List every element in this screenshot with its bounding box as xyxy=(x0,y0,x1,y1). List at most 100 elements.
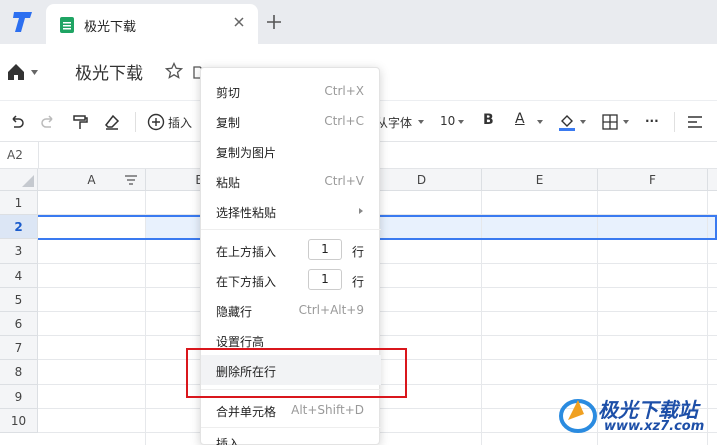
document-title[interactable]: 极光下载 xyxy=(75,59,143,84)
row-header[interactable]: 6 xyxy=(0,312,38,337)
menu-item-cut[interactable]: 剪切 Ctrl+X xyxy=(201,76,381,106)
menu-item-label: 复制 xyxy=(216,116,241,130)
menu-item-label: 选择性粘贴 xyxy=(216,206,277,220)
row-label: 10 xyxy=(10,413,27,428)
align-left-icon[interactable] xyxy=(687,113,703,131)
row-header[interactable]: 9 xyxy=(0,384,38,409)
column-label: A xyxy=(87,173,96,187)
borders-icon[interactable] xyxy=(602,113,618,131)
menu-divider xyxy=(201,229,381,230)
formula-divider xyxy=(38,142,39,169)
more-icon[interactable]: ··· xyxy=(645,114,659,128)
row-header[interactable]: 5 xyxy=(0,287,38,312)
star-icon[interactable] xyxy=(165,62,183,80)
cell-reference[interactable]: A2 xyxy=(7,148,23,162)
column-header[interactable] xyxy=(708,169,717,191)
insert-menu-label[interactable]: 插入 xyxy=(168,114,192,131)
sheet-file-icon xyxy=(60,17,74,33)
row-label: 1 xyxy=(14,196,23,210)
format-painter-icon[interactable] xyxy=(72,113,88,131)
highlight-box xyxy=(186,348,407,398)
row-header[interactable]: 7 xyxy=(0,336,38,361)
row-label: 7 xyxy=(14,341,23,356)
chevron-down-icon[interactable] xyxy=(31,70,38,75)
font-color-button[interactable]: A xyxy=(515,111,525,127)
row-header[interactable]: 3 xyxy=(0,239,38,264)
row-label: 5 xyxy=(14,292,23,307)
menu-item-paste-special[interactable]: 选择性粘贴 xyxy=(201,196,381,226)
row-header[interactable]: 4 xyxy=(0,263,38,288)
chevron-down-icon[interactable] xyxy=(580,120,586,124)
menu-item-paste[interactable]: 粘贴 Ctrl+V xyxy=(201,166,381,196)
menu-item-label: 剪切 xyxy=(216,86,241,100)
document-tab[interactable]: 极光下载 xyxy=(46,4,258,44)
menu-divider xyxy=(201,427,381,428)
row-label: 4 xyxy=(14,268,23,283)
row-header[interactable]: 10 xyxy=(0,408,38,433)
menu-item-copy[interactable]: 复制 Ctrl+C xyxy=(201,106,381,136)
select-all-corner[interactable] xyxy=(0,169,38,191)
redo-icon[interactable] xyxy=(40,113,56,131)
undo-icon[interactable] xyxy=(9,113,25,131)
menu-item-insert[interactable]: 插入 xyxy=(201,431,381,445)
row-label: 9 xyxy=(14,389,23,404)
menu-item-merge-cells[interactable]: 合并单元格 Alt+Shift+D xyxy=(201,395,381,425)
column-label: E xyxy=(535,173,544,187)
tab-bar: 极光下载 xyxy=(0,0,717,44)
menu-item-unit: 行 xyxy=(352,275,365,289)
home-icon[interactable] xyxy=(6,62,26,82)
menu-item-label: 复制为图片 xyxy=(216,146,277,160)
column-header[interactable]: E xyxy=(482,169,598,191)
toolbar-divider xyxy=(674,112,675,132)
row-header[interactable]: 2 xyxy=(0,215,38,240)
menu-item-insert-below[interactable]: 在下方插入 1 行 xyxy=(201,265,381,295)
tab-title: 极光下载 xyxy=(84,20,137,35)
watermark-logo-icon xyxy=(559,399,597,433)
menu-item-shortcut: Ctrl+X xyxy=(324,84,364,98)
insert-below-count-input[interactable]: 1 xyxy=(308,269,342,290)
row-label: 2 xyxy=(14,220,23,235)
app-logo-icon[interactable] xyxy=(10,10,36,34)
menu-item-insert-above[interactable]: 在上方插入 1 行 xyxy=(201,235,381,265)
chevron-down-icon[interactable] xyxy=(623,120,629,124)
watermark-url: www.xz7.com xyxy=(604,419,705,434)
chevron-down-icon[interactable] xyxy=(418,120,424,124)
column-header[interactable]: F xyxy=(598,169,708,191)
row-header[interactable]: 1 xyxy=(0,191,38,216)
column-header[interactable]: A xyxy=(38,169,146,191)
row-label: 6 xyxy=(14,317,23,331)
menu-item-label: 粘贴 xyxy=(216,176,241,190)
menu-item-copy-as-image[interactable]: 复制为图片 xyxy=(201,136,381,166)
menu-item-hide-row[interactable]: 隐藏行 Ctrl+Alt+9 xyxy=(201,295,381,325)
menu-item-shortcut: Ctrl+Alt+9 xyxy=(298,303,364,317)
close-icon[interactable] xyxy=(232,15,246,29)
menu-item-label: 在下方插入 xyxy=(216,275,277,289)
filter-icon[interactable] xyxy=(125,175,137,185)
chevron-down-icon[interactable] xyxy=(537,120,543,124)
plus-icon[interactable] xyxy=(266,14,282,30)
watermark: 极光下载站 www.xz7.com xyxy=(554,386,714,442)
menu-item-unit: 行 xyxy=(352,245,365,259)
menu-item-label: 插入 xyxy=(216,437,241,445)
column-label: F xyxy=(649,173,656,187)
toolbar-divider xyxy=(135,112,136,132)
menu-item-shortcut: Ctrl+V xyxy=(324,174,364,188)
chevron-right-icon xyxy=(359,208,363,214)
insert-above-count-input[interactable]: 1 xyxy=(308,239,342,260)
corner-triangle-icon xyxy=(22,175,34,187)
eraser-icon[interactable] xyxy=(104,113,120,131)
menu-item-shortcut: Ctrl+C xyxy=(324,114,364,128)
row-header[interactable]: 8 xyxy=(0,360,38,385)
row-label: 3 xyxy=(14,244,23,259)
row-label: 8 xyxy=(14,365,23,380)
menu-item-label: 在上方插入 xyxy=(216,245,277,259)
font-size-select[interactable]: 10 xyxy=(440,114,455,128)
font-name-select[interactable]: 从字体 xyxy=(376,114,412,131)
menu-item-label: 合并单元格 xyxy=(216,405,277,419)
menu-item-shortcut: Alt+Shift+D xyxy=(291,403,364,417)
insert-plus-icon[interactable] xyxy=(147,113,165,131)
bold-button[interactable]: B xyxy=(483,112,494,128)
fill-color-icon[interactable] xyxy=(558,113,576,131)
column-label: D xyxy=(416,173,427,187)
chevron-down-icon[interactable] xyxy=(458,120,464,124)
